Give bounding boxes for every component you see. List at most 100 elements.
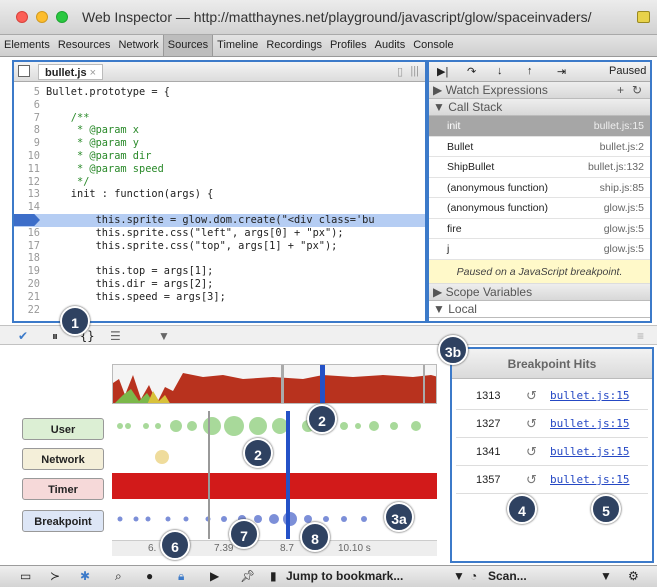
deactivate-breakpoints-icon[interactable]: ⇥ [557, 65, 566, 78]
dock-icon[interactable]: ▭ [20, 569, 31, 583]
toolbar-toggle-button[interactable] [637, 11, 650, 23]
line-code: * @param x [46, 124, 139, 137]
play-icon[interactable]: ▶ [210, 569, 219, 583]
tab-audits[interactable]: Audits [371, 35, 410, 56]
watch-expressions-header[interactable]: ▶ Watch Expressions + ↻ [429, 82, 650, 99]
call-frame[interactable]: j glow.js:5 [429, 239, 650, 260]
code-area[interactable]: 5 Bullet.prototype = {6 7 /** 8 * @param x9… [14, 82, 425, 316]
line-number[interactable]: 16 [14, 227, 40, 240]
line-number[interactable]: 10 [14, 150, 40, 163]
call-stack-header[interactable]: ▼ Call Stack [429, 99, 650, 116]
debugger-controls: ▶| ↷ ↓ ↑ ⇥ Paused [429, 62, 650, 82]
tab-recordings[interactable]: Recordings [262, 35, 326, 56]
tab-console[interactable]: Console [409, 35, 457, 56]
file-tab[interactable]: bullet.js × [38, 64, 103, 80]
selection-marker[interactable] [286, 411, 290, 539]
pane-toggle-icon[interactable]: ||| [410, 65, 419, 77]
disclosure-down-icon: ▼ [433, 100, 445, 114]
hit-row[interactable]: 1313 ↺ bullet.js:15 [456, 382, 648, 410]
line-number[interactable]: 8 [14, 124, 40, 137]
line-number[interactable]: 17 [14, 240, 40, 253]
zoom-window-button[interactable] [56, 11, 68, 23]
bookmark-dropdown-icon[interactable]: ▼ [453, 569, 465, 583]
call-frame[interactable]: (anonymous function) glow.js:5 [429, 198, 650, 219]
hit-row[interactable]: 1341 ↺ bullet.js:15 [456, 438, 648, 466]
timeline-overview[interactable] [112, 364, 437, 404]
line-number[interactable]: 6 [14, 99, 40, 112]
scan-select[interactable]: Scan... [488, 569, 527, 583]
hit-row[interactable]: 1327 ↺ bullet.js:15 [456, 410, 648, 438]
row-label-breakpoint[interactable]: Breakpoint [22, 510, 104, 532]
replay-icon[interactable]: ↺ [526, 410, 537, 438]
line-number[interactable]: 19 [14, 265, 40, 278]
tab-timeline[interactable]: Timeline [213, 35, 262, 56]
split-icon[interactable]: ▯ [397, 65, 403, 78]
row-label-user[interactable]: User [22, 418, 104, 440]
call-frame[interactable]: fire glow.js:5 [429, 219, 650, 239]
jump-to-bookmark[interactable]: Jump to bookmark... [286, 569, 403, 583]
step-out-icon[interactable]: ↑ [527, 65, 533, 77]
close-tab-icon[interactable]: × [90, 67, 96, 79]
pin-icon[interactable]: 📌︎ [240, 569, 255, 583]
line-number[interactable]: 5 [14, 86, 40, 99]
hit-row[interactable]: 1357 ↺ bullet.js:15 [456, 466, 648, 494]
add-icon[interactable]: + [617, 82, 624, 99]
hit-time: 1327 [476, 418, 501, 430]
replay-icon[interactable]: ↺ [526, 438, 537, 466]
line-number[interactable]: 12 [14, 176, 40, 189]
scope-variables-header[interactable]: ▶ Scope Variables [429, 283, 650, 301]
lock-icon[interactable]: 🔒︎ [178, 569, 184, 584]
lane-user [112, 412, 437, 438]
call-frame[interactable]: init bullet.js:15 [429, 116, 650, 137]
line-number[interactable]: 21 [14, 291, 40, 304]
tab-resources[interactable]: Resources [54, 35, 115, 56]
hit-link[interactable]: bullet.js:15 [550, 466, 629, 494]
search-icon[interactable]: ⌕ [115, 569, 122, 584]
close-window-button[interactable] [16, 11, 28, 23]
scan-dropdown-icon[interactable]: ▼ [600, 569, 612, 583]
tab-sources[interactable]: Sources [162, 35, 214, 56]
step-over-icon[interactable]: ↷ [467, 65, 476, 78]
tab-profiles[interactable]: Profiles [326, 35, 371, 56]
line-number[interactable]: 18 [14, 252, 40, 265]
row-label-network[interactable]: Network [22, 448, 104, 470]
row-label-timer[interactable]: Timer [22, 478, 104, 500]
line-number[interactable]: 20 [14, 278, 40, 291]
tab-elements[interactable]: Elements [0, 35, 54, 56]
local-scope-label: Local [448, 301, 477, 316]
call-frame[interactable]: Bullet bullet.js:2 [429, 137, 650, 157]
list-icon[interactable]: ☰ [110, 329, 121, 343]
breakpoint-marker[interactable] [14, 213, 40, 226]
navigator-toggle-icon[interactable] [18, 65, 30, 77]
step-into-icon[interactable]: ↓ [497, 65, 503, 77]
console-icon[interactable]: ≻ [50, 569, 60, 583]
bookmark-icon: ▮ [270, 569, 277, 583]
call-stack-list: init bullet.js:15 Bullet bullet.js:2 ShipBul… [429, 116, 650, 260]
gear-icon[interactable]: ⚙ [628, 569, 639, 583]
line-number[interactable]: 14 [14, 201, 40, 214]
dropdown-icon[interactable]: ▼ [158, 329, 170, 343]
replay-icon[interactable]: ↺ [526, 466, 537, 494]
local-scope-header[interactable]: ▼ Local [429, 300, 650, 318]
line-number[interactable]: 13 [14, 188, 40, 201]
checkmark-icon[interactable]: ✔ [18, 329, 28, 343]
tab-network[interactable]: Network [114, 35, 162, 56]
line-number[interactable]: 11 [14, 163, 40, 176]
call-frame[interactable]: (anonymous function) ship.js:85 [429, 178, 650, 198]
refresh-icon[interactable]: ↻ [632, 82, 642, 99]
line-number[interactable]: 7 [14, 112, 40, 125]
record-icon[interactable]: ● [146, 569, 153, 583]
hit-link[interactable]: bullet.js:15 [550, 382, 629, 410]
line-number[interactable]: 9 [14, 137, 40, 150]
hit-link[interactable]: bullet.js:15 [550, 438, 629, 466]
call-frame[interactable]: ShipBullet bullet.js:132 [429, 157, 650, 178]
replay-icon[interactable]: ↺ [526, 382, 537, 410]
inspect-icon[interactable]: ✱ [80, 569, 90, 583]
hit-link[interactable]: bullet.js:15 [550, 410, 629, 438]
resize-handle-icon[interactable]: ≡ [637, 329, 644, 343]
line-number[interactable]: 22 [14, 304, 40, 317]
pause-icon[interactable]: ⏸ [52, 329, 58, 344]
minimize-window-button[interactable] [36, 11, 48, 23]
continue-icon[interactable]: ▶| [437, 65, 448, 78]
callout-1: 1 [60, 306, 90, 336]
